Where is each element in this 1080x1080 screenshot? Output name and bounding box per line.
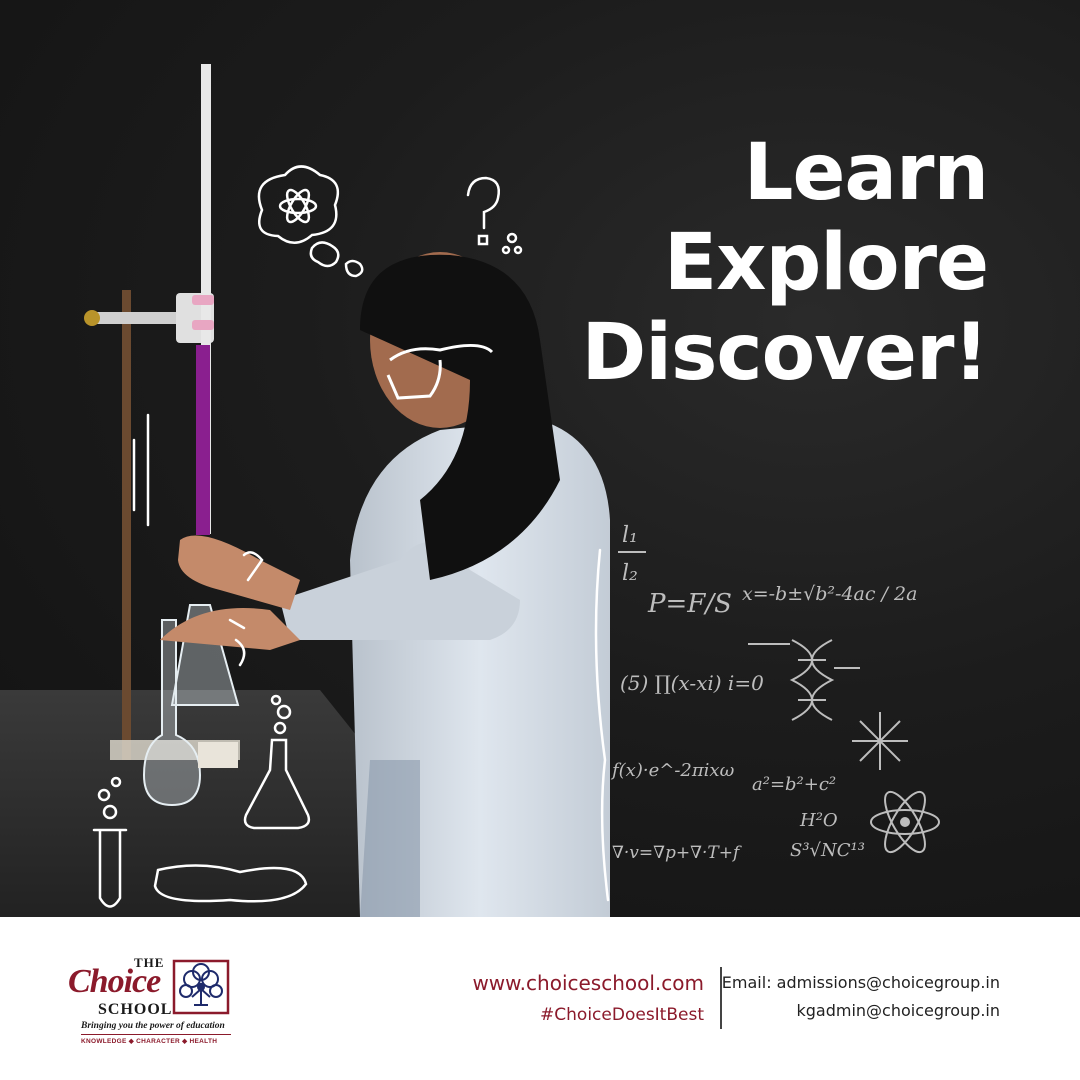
eq-ratio-bottom: l₂ (622, 561, 638, 586)
eq-water: H²O (799, 810, 838, 831)
headline-explore: Explore (663, 218, 989, 308)
hashtag: #ChoiceDoesItBest (540, 1005, 704, 1025)
contact-web: www.choiceschool.com #ChoiceDoesItBest (472, 969, 704, 1029)
contact-email: Email: admissions@choicegroup.in kgadmin… (722, 969, 1000, 1025)
tree-emblem-icon (172, 959, 230, 1015)
logo-tagline: Bringing you the power of education (81, 1021, 225, 1031)
eq-ratio-top: l₁ (622, 523, 638, 548)
website-link[interactable]: www.choiceschool.com (472, 969, 704, 997)
headline: Learn Explore Discover! (581, 128, 989, 398)
chalkboard-formulas: l₁ l₂ P=F/S x=-b±√b²-4ac / 2a (5) ∏(x-xi… (610, 523, 917, 863)
eq-cube-root: S³√NC¹³ (790, 840, 865, 861)
chalk-symbols (748, 639, 940, 854)
eq-pressure: P=F/S (647, 589, 732, 619)
eq-fourier: f(x)·e^-2πixω (610, 760, 735, 781)
footer-bar: THE Choice SCHOOL Bringing you the power… (0, 917, 1080, 1080)
headline-discover: Discover! (581, 308, 989, 398)
email-kgadmin[interactable]: kgadmin@choicegroup.in (722, 997, 1000, 1025)
logo-choice: Choice (68, 963, 161, 1000)
headline-learn: Learn (743, 128, 989, 218)
email-admissions[interactable]: Email: admissions@choicegroup.in (722, 969, 1000, 997)
eq-pythagoras: a²=b²+c² (752, 774, 836, 795)
hero-photo: l₁ l₂ P=F/S x=-b±√b²-4ac / 2a (5) ∏(x-xi… (0, 0, 1080, 917)
poster: l₁ l₂ P=F/S x=-b±√b²-4ac / 2a (5) ∏(x-xi… (0, 0, 1080, 1080)
school-logo[interactable]: THE Choice SCHOOL Bringing you the power… (68, 955, 238, 1065)
logo-values: KNOWLEDGE ◆ CHARACTER ◆ HEALTH (81, 1034, 231, 1045)
eq-product: (5) ∏(x-xi) i=0 (620, 671, 764, 695)
logo-school: SCHOOL (98, 1001, 173, 1018)
eq-divergence: ∇·v=∇p+∇·T+f (612, 843, 742, 863)
eq-quadratic: x=-b±√b²-4ac / 2a (742, 583, 917, 605)
